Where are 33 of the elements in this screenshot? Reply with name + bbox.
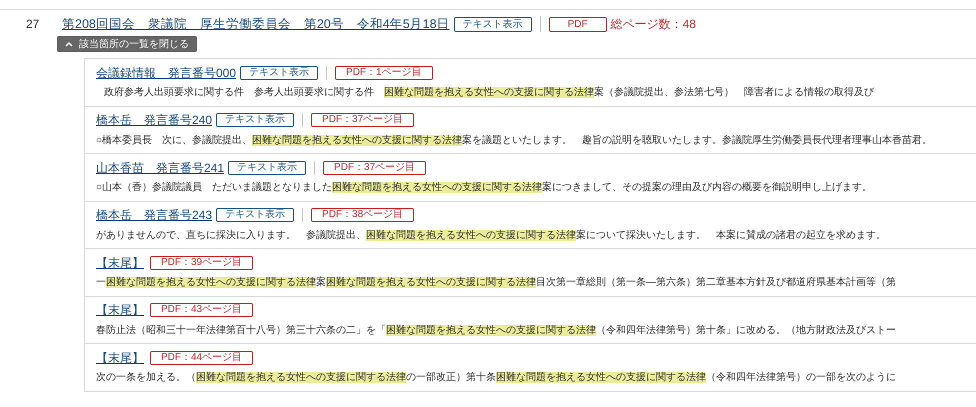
speaker-link[interactable]: 山本香苗 発言番号241 [96, 158, 224, 176]
pdf-page-button[interactable]: PDF：1ページ目 [335, 66, 433, 80]
snippet-text: 次の一条を加える。（困難な問題を抱える女性への支援に関する法律の一部改正）第十条困難な問題を抱える女性への支援に関する法律（令和四年法律第号）の一部を次のように [96, 370, 897, 385]
speaker-link[interactable]: 会議録情報 発言番号000 [96, 64, 236, 82]
snippet-text: 一困難な問題を抱える女性への支援に関する法律案困難な問題を抱える女性への支援に関する法律目次第一章総則（第一条―第六条）第二章基本方針及び都道府県基本計画等（第 [96, 276, 897, 290]
record-title-link[interactable]: 第208回国会 衆議院 厚生労働委員会 第20号 令和4年5月18日 [62, 14, 450, 34]
collapse-button[interactable]: 該当箇所の一覧を閉じる [57, 36, 197, 52]
record-number: 27 [26, 16, 40, 33]
text-view-button[interactable]: テキスト表示 [216, 208, 294, 222]
speaker-link[interactable]: 【末尾】 [96, 348, 144, 366]
pdf-page-button[interactable]: PDF：39ページ目 [150, 256, 254, 270]
chevron-up-icon [65, 41, 73, 47]
pdf-page-button[interactable]: PDF：44ページ目 [150, 350, 254, 364]
pdf-page-button[interactable]: PDF：37ページ目 [311, 113, 414, 127]
text-view-button[interactable]: テキスト表示 [228, 160, 306, 174]
speaker-link[interactable]: 橋本岳 発言番号243 [96, 206, 212, 224]
speaker-link[interactable]: 橋本岳 発言番号240 [96, 111, 212, 129]
snippet-text: ○山本（香）参議院議員 ただいま議題となりました困難な問題を抱える女性への支援に関する法律案につきまして、その提案の理由及び内容の概要を御説明申し上げます。 [96, 180, 874, 195]
speaker-link[interactable]: 【末尾】 [96, 301, 144, 319]
snippet-text: 政府参考人出頭要求に関する件 参考人出頭要求に関する件 困難な問題を抱える女性への支援に関する法律案（参議院提出、参法第七号） 障害者による情報の取得及び [103, 86, 876, 100]
pdf-page-button[interactable]: PDF：37ページ目 [323, 160, 426, 174]
snippet-text: ○橋本委員長 次に、参議院提出、困難な問題を抱える女性への支援に関する法律案を議題といたします。 趣旨の説明を聴取いたします。参議院厚生労働委員長代理者理事山本香苗君。 [96, 134, 934, 148]
text-view-button[interactable]: テキスト表示 [216, 113, 294, 127]
pdf-page-button[interactable]: PDF：43ページ目 [150, 303, 254, 317]
pdf-page-button[interactable]: PDF：38ページ目 [311, 208, 414, 222]
pdf-button[interactable]: PDF [548, 16, 607, 32]
text-view-button[interactable]: テキスト表示 [454, 16, 532, 32]
snippet-text: がありませんので、直ちに採決に入ります。 参議院提出、困難な問題を抱える女性への支援に関する法律案について採決いたします。 本案に賛成の諸君の起立を求めます。 [96, 228, 887, 242]
collapse-label: 該当箇所の一覧を閉じる [79, 38, 189, 52]
speaker-link[interactable]: 【末尾】 [96, 254, 144, 272]
page-count: 総ページ数：48 [610, 16, 696, 33]
text-view-button[interactable]: テキスト表示 [240, 66, 318, 80]
snippet-text: 春防止法（昭和三十一年法律第百十八号）第三十六条の二」を「困難な問題を抱える女性への支援に関する法律（令和四年法律第号）第十条」に改める。（地方財政法及びストー [96, 324, 897, 338]
